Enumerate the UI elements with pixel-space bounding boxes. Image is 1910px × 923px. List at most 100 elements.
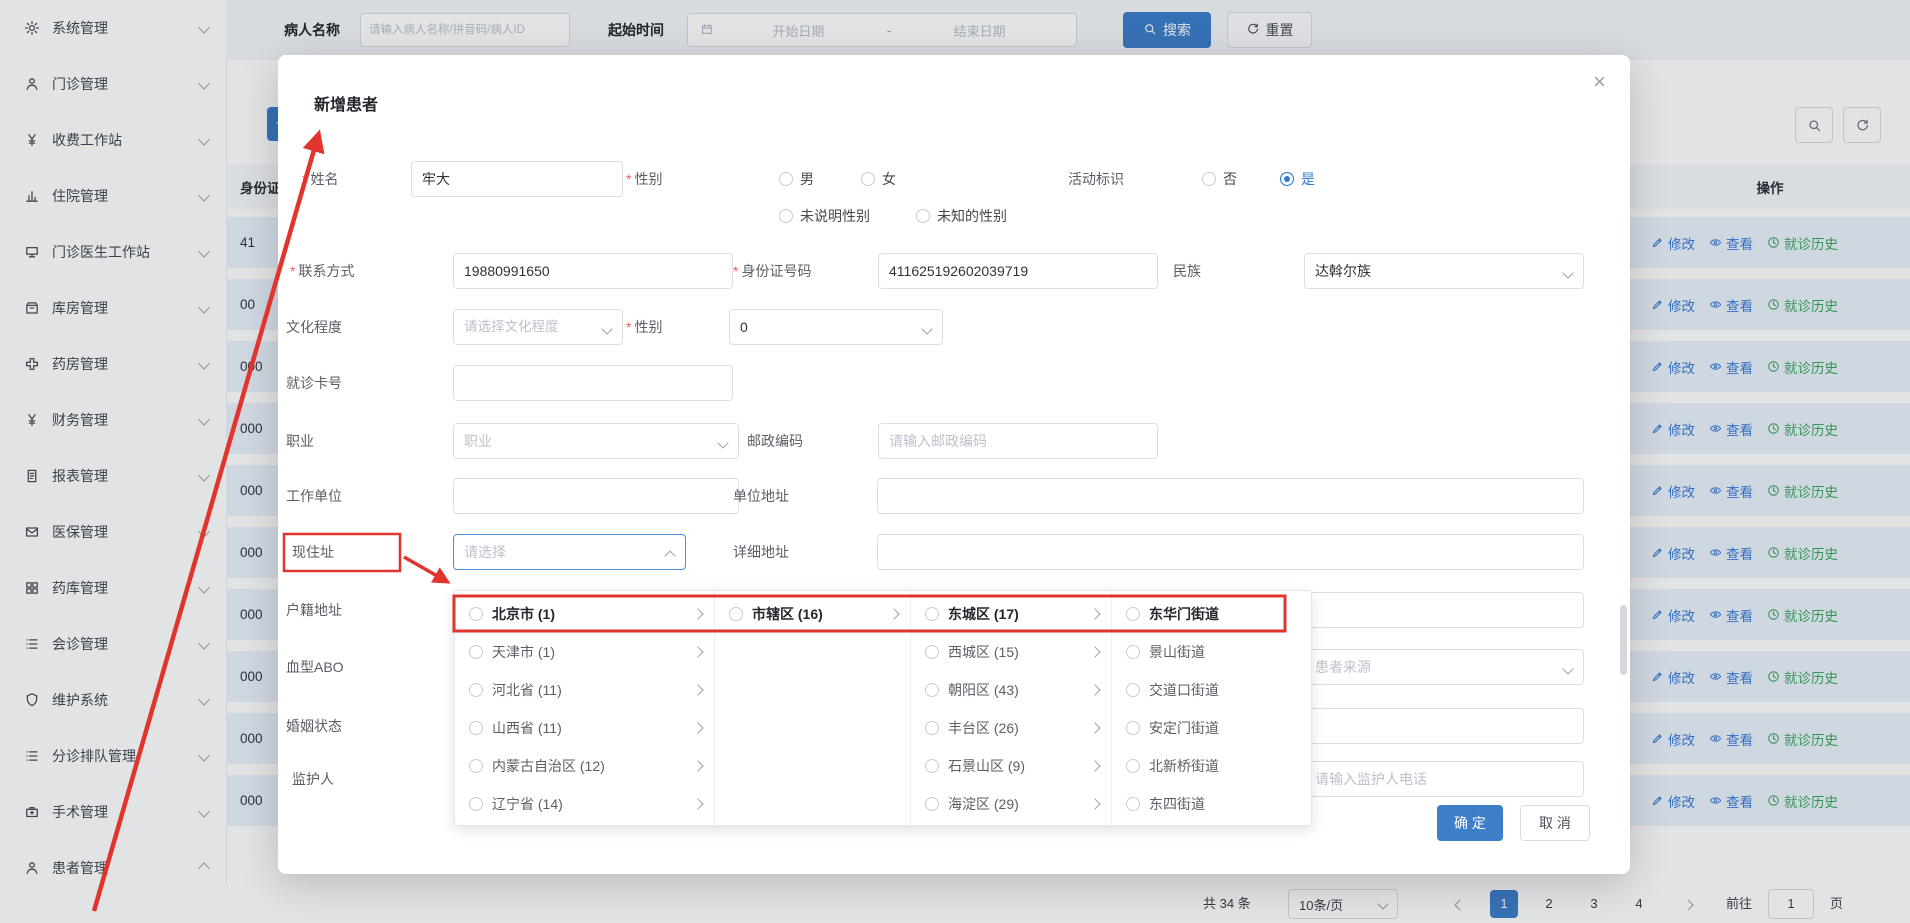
cascader-option-label: 石景山区 (9) (948, 756, 1025, 776)
chevron-right-icon (888, 608, 899, 619)
radio-icon (925, 759, 939, 773)
detail-address-label: 详细地址 (733, 534, 789, 570)
modal-title: 新增患者 (314, 91, 378, 115)
postal-code-input[interactable]: 请输入邮政编码 (878, 423, 1158, 459)
radio-icon (469, 645, 483, 659)
chevron-right-icon (692, 608, 703, 619)
postal-code-label: 邮政编码 (747, 423, 803, 459)
radio-icon (1126, 683, 1140, 697)
chevron-up-icon (664, 550, 675, 561)
chevron-right-icon (1089, 722, 1100, 733)
cascader-option-label: 景山街道 (1149, 642, 1205, 662)
cascader-option[interactable]: 石景山区 (9) (911, 747, 1111, 785)
cascader-option-label: 安定门街道 (1149, 718, 1219, 738)
contact-input[interactable]: 19880991650 (453, 253, 733, 289)
id-number-label: *身份证号码 (733, 253, 811, 289)
marital-status-input[interactable] (1304, 708, 1584, 744)
cascader-column: 东华门街道景山街道交道口街道安定门街道北新桥街道东四街道 (1112, 591, 1313, 825)
ethnicity-select[interactable]: 达斡尔族 (1304, 253, 1584, 289)
radio-icon (1126, 645, 1140, 659)
modal-scrollbar[interactable] (1620, 605, 1627, 675)
cascader-option-label: 海淀区 (29) (948, 794, 1019, 814)
cascader-option-label: 山西省 (11) (492, 718, 562, 738)
cascader-option[interactable]: 东华门街道 (1112, 595, 1313, 633)
gender2-label: *性别 (626, 309, 662, 345)
cascader-option[interactable]: 辽宁省 (14) (455, 785, 714, 823)
household-address-input[interactable] (1304, 592, 1584, 628)
cascader-option[interactable]: 东城区 (17) (911, 595, 1111, 633)
current-address-cascader-select[interactable]: 请选择 (453, 534, 686, 570)
guardian-phone-input[interactable]: 请输入监护人电话 (1304, 761, 1584, 797)
cascader-option[interactable]: 安定门街道 (1112, 709, 1313, 747)
cascader-option[interactable]: 朝阳区 (43) (911, 671, 1111, 709)
chevron-right-icon (692, 684, 703, 695)
cascader-option-label: 辽宁省 (14) (492, 794, 563, 814)
radio-gender-unstated[interactable]: 未说明性别 (779, 198, 870, 234)
cascader-option-label: 河北省 (11) (492, 680, 562, 700)
cascader-option-label: 北新桥街道 (1149, 756, 1219, 776)
household-address-label: 户籍地址 (286, 592, 342, 628)
radio-checked-icon (1280, 172, 1294, 186)
close-icon[interactable]: × (1593, 71, 1606, 93)
cascader-option[interactable]: 丰台区 (26) (911, 709, 1111, 747)
cascader-option[interactable]: 景山街道 (1112, 633, 1313, 671)
cascader-option[interactable]: 天津市 (1) (455, 633, 714, 671)
screen: 系统管理门诊管理收费工作站住院管理门诊医生工作站库房管理药房管理财务管理报表管理… (0, 0, 1910, 923)
occupation-select[interactable]: 职业 (453, 423, 739, 459)
cascader-option[interactable]: 交道口街道 (1112, 671, 1313, 709)
name-input[interactable]: 牢大 (411, 161, 623, 197)
chevron-down-icon (921, 323, 932, 334)
radio-male[interactable]: 男 (779, 161, 814, 197)
radio-active-yes[interactable]: 是 (1280, 161, 1315, 197)
address-cascader-panel: 北京市 (1) 天津市 (1) 河北省 (11) 山西省 (11) 内蒙古自治区 (12… (454, 590, 1312, 826)
chevron-right-icon (692, 722, 703, 733)
radio-icon (469, 759, 483, 773)
radio-icon (729, 607, 743, 621)
radio-active-no[interactable]: 否 (1202, 161, 1237, 197)
cascader-option-label: 内蒙古自治区 (12) (492, 756, 605, 776)
education-select[interactable]: 请选择文化程度 (453, 309, 623, 345)
unit-address-input[interactable] (877, 478, 1584, 514)
cascader-column: 北京市 (1) 天津市 (1) 河北省 (11) 山西省 (11) 内蒙古自治区 (12… (455, 591, 715, 825)
cascader-option[interactable]: 海淀区 (29) (911, 785, 1111, 823)
radio-female[interactable]: 女 (861, 161, 896, 197)
chevron-down-icon (1562, 663, 1573, 674)
visit-card-input[interactable] (453, 365, 733, 401)
work-unit-input[interactable] (453, 478, 739, 514)
radio-icon (861, 172, 875, 186)
cascader-column: 东城区 (17)西城区 (15)朝阳区 (43) 丰台区 (26) 石景山区 (9)… (911, 591, 1112, 825)
cascader-option[interactable]: 内蒙古自治区 (12) (455, 747, 714, 785)
education-label: 文化程度 (286, 309, 342, 345)
radio-icon (1126, 607, 1140, 621)
cascader-option-label: 市辖区 (16) (752, 604, 823, 624)
gender2-select[interactable]: 0 (729, 309, 943, 345)
visit-card-label: 就诊卡号 (286, 365, 342, 401)
cascader-option[interactable]: 西城区 (15) (911, 633, 1111, 671)
radio-icon (469, 607, 483, 621)
cascader-option[interactable]: 北新桥街道 (1112, 747, 1313, 785)
cancel-button[interactable]: 取 消 (1520, 805, 1590, 841)
marital-status-label: 婚姻状态 (286, 708, 342, 744)
confirm-button[interactable]: 确 定 (1437, 805, 1503, 841)
cascader-option[interactable]: 河北省 (11) (455, 671, 714, 709)
radio-icon (469, 721, 483, 735)
cascader-option[interactable]: 市辖区 (16) (715, 595, 910, 633)
cascader-option[interactable]: 山西省 (11) (455, 709, 714, 747)
gender-label: *性别 (626, 161, 662, 197)
cascader-option-label: 丰台区 (26) (948, 718, 1019, 738)
chevron-down-icon (1562, 267, 1573, 278)
cascader-option-label: 北京市 (1) (492, 604, 555, 624)
chevron-down-icon (717, 437, 728, 448)
detail-address-input[interactable] (877, 534, 1584, 570)
cascader-option[interactable]: 北京市 (1) (455, 595, 714, 633)
id-number-input[interactable]: 411625192602039719 (878, 253, 1158, 289)
radio-gender-unknown[interactable]: 未知的性别 (916, 198, 1007, 234)
guardian-label: 监护人 (292, 761, 334, 797)
chevron-right-icon (692, 646, 703, 657)
radio-icon (1202, 172, 1216, 186)
occupation-label: 职业 (286, 423, 314, 459)
cascader-column: 市辖区 (16) (715, 591, 911, 825)
cascader-option[interactable]: 东四街道 (1112, 785, 1313, 823)
radio-icon (779, 172, 793, 186)
patient-source-select[interactable]: 患者来源 (1304, 649, 1584, 685)
